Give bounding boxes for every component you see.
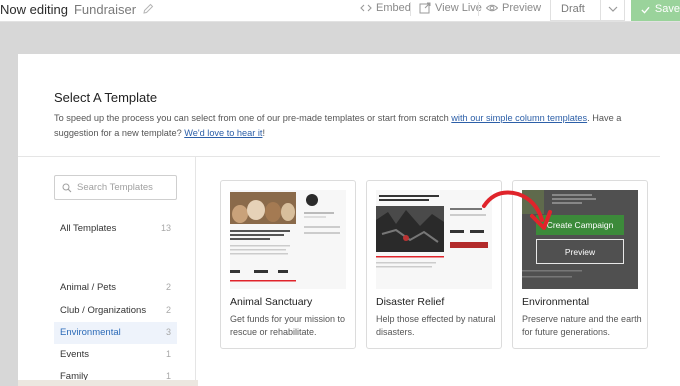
sidebar-item-all-templates[interactable]: All Templates 13 [54,218,177,240]
template-title: Animal Sanctuary [230,296,313,308]
annotation-arrow-icon [482,190,552,230]
chevron-down-icon [608,6,618,12]
toolbar-divider [410,2,411,16]
template-card-animal-sanctuary[interactable]: Animal Sanctuary Get funds for your miss… [220,180,356,349]
checkmark-icon [641,6,650,14]
sidebar-item-club-organizations[interactable]: Club / Organizations 2 [54,300,177,322]
sidebar-item-count: 1 [165,349,171,359]
status-select[interactable]: Draft [550,0,625,21]
eye-icon [486,4,498,12]
sidebar-item-count: 2 [165,305,171,315]
external-link-icon [419,2,431,14]
template-thumbnail [376,190,492,289]
sidebar-item-label: Events [60,349,90,360]
column-templates-link[interactable]: with our simple column templates [451,113,587,123]
embed-label: Embed [376,2,411,14]
view-live-button[interactable]: View Live [419,2,482,14]
embed-button[interactable]: Embed [360,2,411,14]
view-live-label: View Live [435,2,482,14]
search-icon [62,183,72,193]
code-icon [360,4,372,12]
sidebar-item-animal-pets[interactable]: Animal / Pets 2 [54,277,177,299]
suggestion-link[interactable]: We'd love to hear it [184,128,262,138]
preview-label: Preview [502,2,542,14]
campaign-name[interactable]: Fundraiser [74,2,136,17]
pencil-icon[interactable] [142,3,154,15]
sidebar-item-label: Animal / Pets [60,282,116,293]
preview-button[interactable]: Preview [486,2,541,14]
intro-text-end: ! [262,128,266,138]
animal-sanctuary-preview-image [230,190,346,289]
search-input[interactable]: Search Templates [54,175,177,200]
save-button[interactable]: Save [631,0,680,21]
toolbar-divider [478,2,479,16]
now-editing-title: Now editing Fundraiser [0,2,136,17]
horizontal-scrollbar[interactable] [18,380,198,386]
template-description: Help those effected by natural disasters… [376,314,496,337]
template-title: Disaster Relief [376,296,445,308]
header-divider [18,156,660,157]
template-description: Preserve nature and the earth for future… [522,314,642,337]
sidebar-item-count: 2 [165,282,171,292]
save-label: Save [654,3,680,15]
now-editing-label: Now editing [0,2,68,17]
template-modal: Select A Template To speed up the proces… [18,54,680,386]
sidebar-item-environmental[interactable]: Environmental 3 [54,322,177,344]
template-description: Get funds for your mission to rescue or … [230,314,346,337]
status-select-toggle[interactable] [600,0,624,20]
modal-intro: To speed up the process you can select f… [54,111,664,141]
template-preview-button[interactable]: Preview [536,239,624,264]
search-placeholder: Search Templates [77,182,153,193]
modal-title: Select A Template [54,90,158,105]
disaster-relief-preview-image [376,190,492,289]
template-thumbnail [230,190,346,289]
sidebar-item-count: 3 [165,327,171,337]
status-select-value: Draft [561,3,585,15]
template-title: Environmental [522,296,590,308]
editor-topbar: Now editing Fundraiser Embed View Live Pr… [0,0,680,22]
intro-text-start: To speed up the process you can select f… [54,113,452,123]
sidebar-item-label: All Templates [60,223,117,234]
sidebar-item-label: Environmental [60,327,121,338]
sidebar-item-events[interactable]: Events 1 [54,344,177,366]
sidebar-divider [195,157,196,386]
sidebar-item-label: Club / Organizations [60,305,147,316]
sidebar-item-count: 13 [160,223,171,233]
